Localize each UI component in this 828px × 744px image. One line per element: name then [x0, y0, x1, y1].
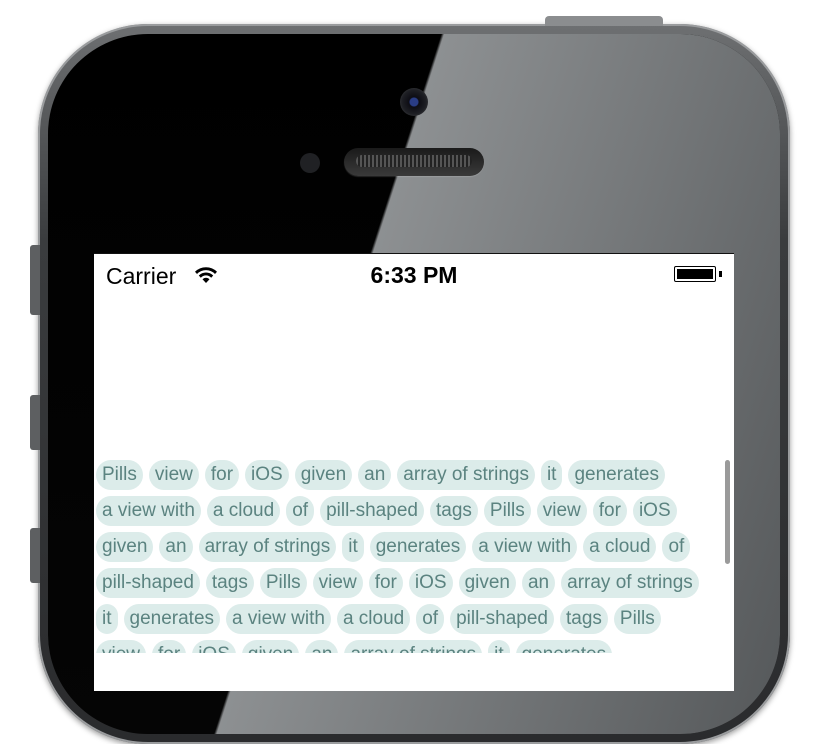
- tag-pill[interactable]: a cloud: [206, 496, 281, 526]
- tag-pill[interactable]: a cloud: [336, 604, 411, 634]
- speaker-grille: [356, 155, 472, 167]
- tag-pill[interactable]: for: [368, 568, 403, 598]
- tag-pill[interactable]: generates: [568, 460, 665, 490]
- tag-pill[interactable]: generates: [369, 532, 467, 562]
- battery-nub: [719, 271, 722, 277]
- tag-pill[interactable]: tags: [205, 568, 254, 598]
- power-button: [545, 16, 663, 26]
- tag-pill[interactable]: iOS: [632, 496, 677, 526]
- tag-pill[interactable]: a view with: [472, 532, 578, 562]
- tag-pill[interactable]: view: [148, 460, 199, 490]
- volume-down-button: [30, 395, 40, 450]
- scroll-indicator[interactable]: [725, 460, 730, 564]
- pill-row: pill-shaped tags Pills view for iOS given an arr…: [96, 565, 726, 601]
- tag-pill[interactable]: Pills: [259, 568, 307, 598]
- pill-row: viewforiOS givenan array of strings itgener…: [96, 637, 726, 653]
- tag-pill[interactable]: it: [96, 604, 118, 634]
- pill-row: it generates a view with a cloud of pill-shap…: [96, 601, 726, 637]
- earpiece-speaker: [344, 148, 484, 176]
- tag-pill[interactable]: view: [96, 640, 147, 653]
- tag-pill[interactable]: a view with: [96, 496, 201, 526]
- tag-pill[interactable]: view: [536, 496, 587, 526]
- front-camera: [400, 88, 428, 116]
- status-time: 6:33 PM: [370, 262, 458, 288]
- pill-cloud[interactable]: Pills view for iOS given an array of strings it…: [96, 457, 726, 653]
- tag-pill[interactable]: given: [241, 640, 300, 653]
- tag-pill[interactable]: Pills: [96, 460, 143, 490]
- tag-pill[interactable]: of: [286, 496, 315, 526]
- tag-pill[interactable]: array of strings: [198, 532, 337, 562]
- tag-pill[interactable]: an: [358, 460, 392, 490]
- tag-pill[interactable]: tags: [559, 604, 608, 634]
- battery-icon: [674, 266, 716, 282]
- tag-pill[interactable]: iOS: [192, 640, 236, 653]
- proximity-sensor: [300, 153, 320, 173]
- mute-switch: [30, 528, 40, 583]
- tag-pill[interactable]: a cloud: [583, 532, 657, 562]
- tag-pill[interactable]: array of strings: [344, 640, 483, 653]
- tag-pill[interactable]: generates: [515, 640, 613, 653]
- volume-up-button: [30, 245, 40, 315]
- tag-pill[interactable]: pill-shaped: [450, 604, 554, 634]
- tag-pill[interactable]: for: [592, 496, 627, 526]
- tag-pill[interactable]: of: [416, 604, 445, 634]
- tag-pill[interactable]: an: [305, 640, 339, 653]
- tag-pill[interactable]: iOS: [408, 568, 453, 598]
- tag-pill[interactable]: Pills: [613, 604, 661, 634]
- tag-pill[interactable]: it: [540, 460, 563, 490]
- tag-pill[interactable]: for: [204, 460, 240, 490]
- tag-pill[interactable]: of: [662, 532, 691, 562]
- tag-pill[interactable]: generates: [123, 604, 221, 634]
- tag-pill[interactable]: given: [96, 532, 154, 562]
- tag-pill[interactable]: iOS: [245, 460, 289, 490]
- tag-pill[interactable]: pill-shaped: [96, 568, 200, 598]
- pill-row: a view with a cloud of pill-shaped tags Pills…: [96, 493, 726, 529]
- tag-pill[interactable]: array of strings: [561, 568, 699, 598]
- phone-screen: Carrier 6:33 PM Pills view for iOS given an ar…: [94, 253, 734, 691]
- tag-pill[interactable]: Pills: [483, 496, 531, 526]
- tag-pill[interactable]: it: [342, 532, 364, 562]
- tag-pill[interactable]: an: [159, 532, 193, 562]
- tag-pill[interactable]: view: [312, 568, 363, 598]
- tag-pill[interactable]: for: [152, 640, 187, 653]
- battery-level: [677, 269, 713, 279]
- tag-pill[interactable]: array of strings: [397, 460, 535, 490]
- tag-pill[interactable]: given: [294, 460, 353, 490]
- tag-pill[interactable]: given: [458, 568, 516, 598]
- tag-pill[interactable]: tags: [429, 496, 478, 526]
- tag-pill[interactable]: an: [521, 568, 556, 598]
- status-bar: Carrier 6:33 PM: [94, 254, 734, 294]
- tag-pill[interactable]: pill-shaped: [320, 496, 424, 526]
- pill-row: given an array of strings it generates a view…: [96, 529, 726, 565]
- tag-pill[interactable]: it: [488, 640, 510, 653]
- tag-pill[interactable]: a view with: [226, 604, 331, 634]
- pill-row: Pills view for iOS given an array of strings it…: [96, 457, 726, 493]
